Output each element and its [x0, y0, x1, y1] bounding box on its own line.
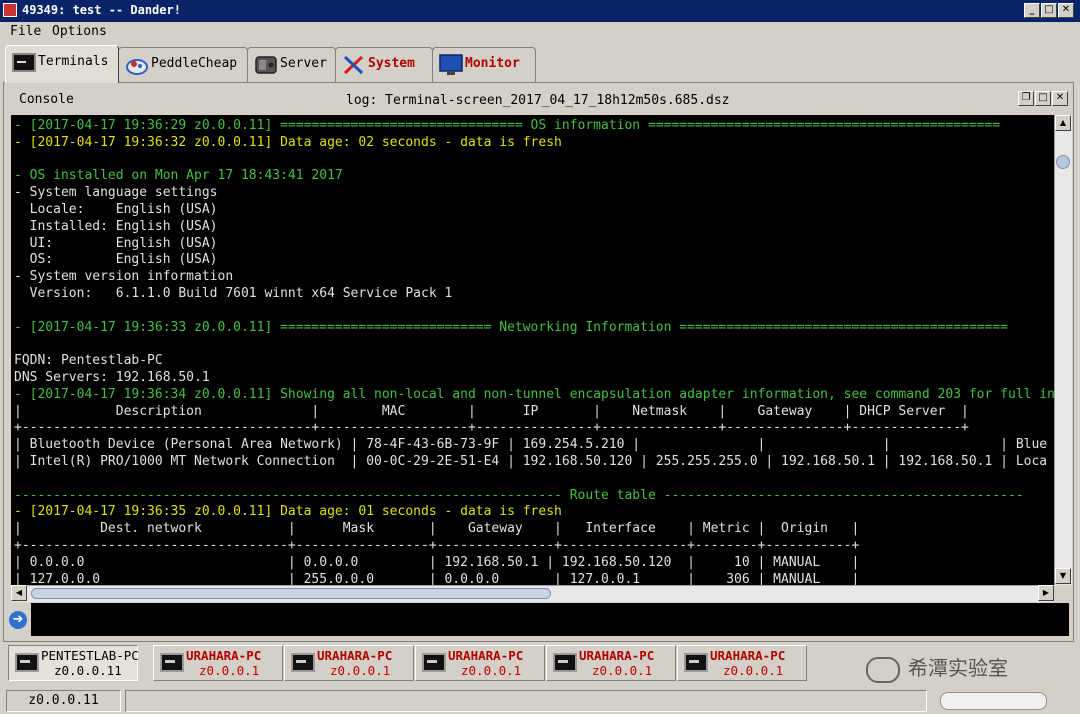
terminal-line: Version: 6.1.1.0 Build 7601 winnt x64 Se… [14, 285, 453, 301]
tab-label: Monitor [465, 56, 520, 71]
vertical-scrollbar[interactable]: ▲ ▼ [1054, 115, 1072, 585]
close-panel-button[interactable]: ✕ [1052, 91, 1068, 106]
minimize-button[interactable]: _ [1024, 3, 1040, 18]
menu-bar: File Options [0, 22, 1080, 42]
menu-file[interactable]: File [10, 24, 41, 39]
terminal-icon [684, 653, 708, 672]
tab-label: Terminals [38, 54, 109, 69]
terminal-line: OS: English (USA) [14, 252, 218, 268]
maximize-button[interactable]: □ [1041, 3, 1057, 18]
terminal-line: | Intel(R) PRO/1000 MT Network Connectio… [14, 453, 1048, 469]
scroll-down-button[interactable]: ▼ [1055, 568, 1071, 584]
host-name: URAHARA-PC [448, 648, 524, 663]
host-tab-urahara-pc[interactable]: URAHARA-PC z0.0.0.1 [153, 645, 283, 681]
restore-panel-button[interactable]: ❐ [1018, 91, 1034, 106]
terminal-icon [15, 653, 39, 672]
terminal-line: - OS installed on Mon Apr 17 18:43:41 20… [14, 168, 343, 184]
host-name: URAHARA-PC [710, 648, 786, 663]
terminal-line: - [2017-04-17 19:36:35 z0.0.0.11] Data a… [14, 504, 562, 520]
terminal-line: | Dest. network | Mask | Gateway | Inter… [14, 521, 860, 537]
tab-label: System [368, 56, 415, 71]
close-button[interactable]: ✕ [1058, 3, 1074, 18]
watermark-label: 希潭实验室 [866, 652, 1008, 683]
host-name: URAHARA-PC [317, 648, 393, 663]
host-tab-urahara-pc[interactable]: URAHARA-PC z0.0.0.1 [677, 645, 807, 681]
horizontal-scroll-thumb[interactable] [31, 588, 551, 599]
terminal-line: DNS Servers: 192.168.50.1 [14, 369, 210, 385]
host-tab-urahara-pc[interactable]: URAHARA-PC z0.0.0.1 [415, 645, 545, 681]
maximize-panel-button[interactable]: □ [1035, 91, 1051, 106]
status-bar: z0.0.0.11 [0, 688, 1080, 714]
terminal-line: | Description | MAC | IP | Netmask | Gat… [14, 403, 969, 419]
vertical-scroll-thumb[interactable] [1056, 155, 1070, 169]
terminal-line: - [2017-04-17 19:36:29 z0.0.0.11] ======… [14, 118, 1001, 133]
scroll-right-button[interactable]: ▶ [1038, 585, 1054, 601]
host-name: URAHARA-PC [186, 648, 262, 663]
terminal-line: Installed: English (USA) [14, 218, 218, 234]
host-address: z0.0.0.1 [461, 663, 522, 678]
terminal-line: UI: English (USA) [14, 235, 218, 251]
tab-label: PeddleCheap [151, 56, 238, 71]
server-icon [255, 56, 277, 74]
status-host: z0.0.0.11 [6, 690, 121, 712]
tools-icon [343, 55, 364, 75]
terminal-line: Locale: English (USA) [14, 201, 218, 217]
tab-terminals[interactable]: Terminals [5, 45, 119, 83]
host-address: z0.0.0.1 [199, 663, 260, 678]
tab-system[interactable]: System [335, 47, 433, 82]
terminal-line: | 0.0.0.0 | 0.0.0.0 | 192.168.50.1 | 192… [14, 554, 860, 570]
terminal-line: ----------------------------------------… [14, 487, 1024, 503]
terminal-line: | Bluetooth Device (Personal Area Networ… [14, 437, 1048, 453]
host-name: PENTESTLAB-PC [41, 648, 139, 663]
terminal-line: - [2017-04-17 19:36:32 z0.0.0.11] Data a… [14, 134, 562, 150]
terminal-icon [160, 653, 184, 672]
tab-server[interactable]: Server [247, 47, 336, 82]
terminal-line: - System version information [14, 269, 234, 285]
terminal-line: - System language settings [14, 185, 218, 201]
menu-options[interactable]: Options [52, 24, 107, 39]
host-address: z0.0.0.1 [723, 663, 784, 678]
terminal-line: | 127.0.0.0 | 255.0.0.0 | 0.0.0.0 | 127.… [14, 571, 860, 585]
host-address: z0.0.0.1 [330, 663, 391, 678]
log-file-label: log: Terminal-screen_2017_04_17_18h12m50… [346, 93, 730, 108]
tab-peddlecheap[interactable]: PeddleCheap [118, 47, 248, 82]
host-address: z0.0.0.11 [54, 663, 122, 678]
host-address: z0.0.0.1 [592, 663, 653, 678]
terminal-icon [553, 653, 577, 672]
monitor-icon [439, 54, 463, 75]
terminal-line: FQDN: Pentestlab-PC [14, 353, 163, 369]
host-name: URAHARA-PC [579, 648, 655, 663]
terminal-line: +-------------------------------------+-… [14, 420, 969, 436]
tab-monitor[interactable]: Monitor [432, 47, 536, 82]
app-icon [3, 3, 17, 17]
host-tab-urahara-pc[interactable]: URAHARA-PC z0.0.0.1 [284, 645, 414, 681]
console-panel: Console log: Terminal-screen_2017_04_17_… [3, 82, 1074, 642]
run-command-icon[interactable]: ➜ [9, 611, 27, 629]
window-title: 49349: test -- Dander! [22, 3, 181, 17]
console-label: Console [19, 92, 74, 107]
host-tab-urahara-pc[interactable]: URAHARA-PC z0.0.0.1 [546, 645, 676, 681]
terminal-icon [422, 653, 446, 672]
terminal-line: +----------------------------------+----… [14, 537, 860, 553]
watermark-text: 希潭实验室 [908, 656, 1008, 680]
terminal-output[interactable]: - [2017-04-17 19:36:29 z0.0.0.11] ======… [11, 115, 1054, 585]
terminal-icon [12, 53, 36, 72]
peddlecheap-icon [126, 59, 148, 75]
tab-label: Server [280, 56, 327, 71]
title-bar[interactable]: 49349: test -- Dander! _ □ ✕ [0, 0, 1080, 22]
command-input[interactable] [31, 603, 1069, 636]
scroll-left-button[interactable]: ◀ [11, 585, 27, 601]
status-message [125, 690, 927, 712]
wechat-icon [866, 656, 900, 683]
host-tab-pentestlab-pc[interactable]: PENTESTLAB-PC z0.0.0.11 [8, 645, 139, 681]
terminal-line: - [2017-04-17 19:36:33 z0.0.0.11] ======… [14, 319, 1008, 335]
terminal-icon [291, 653, 315, 672]
scroll-up-button[interactable]: ▲ [1055, 115, 1071, 131]
terminal-line: - [2017-04-17 19:36:34 z0.0.0.11] Showin… [14, 386, 1054, 402]
horizontal-scrollbar[interactable]: ◀ ▶ [11, 585, 1054, 602]
status-progress-bar [940, 692, 1047, 710]
